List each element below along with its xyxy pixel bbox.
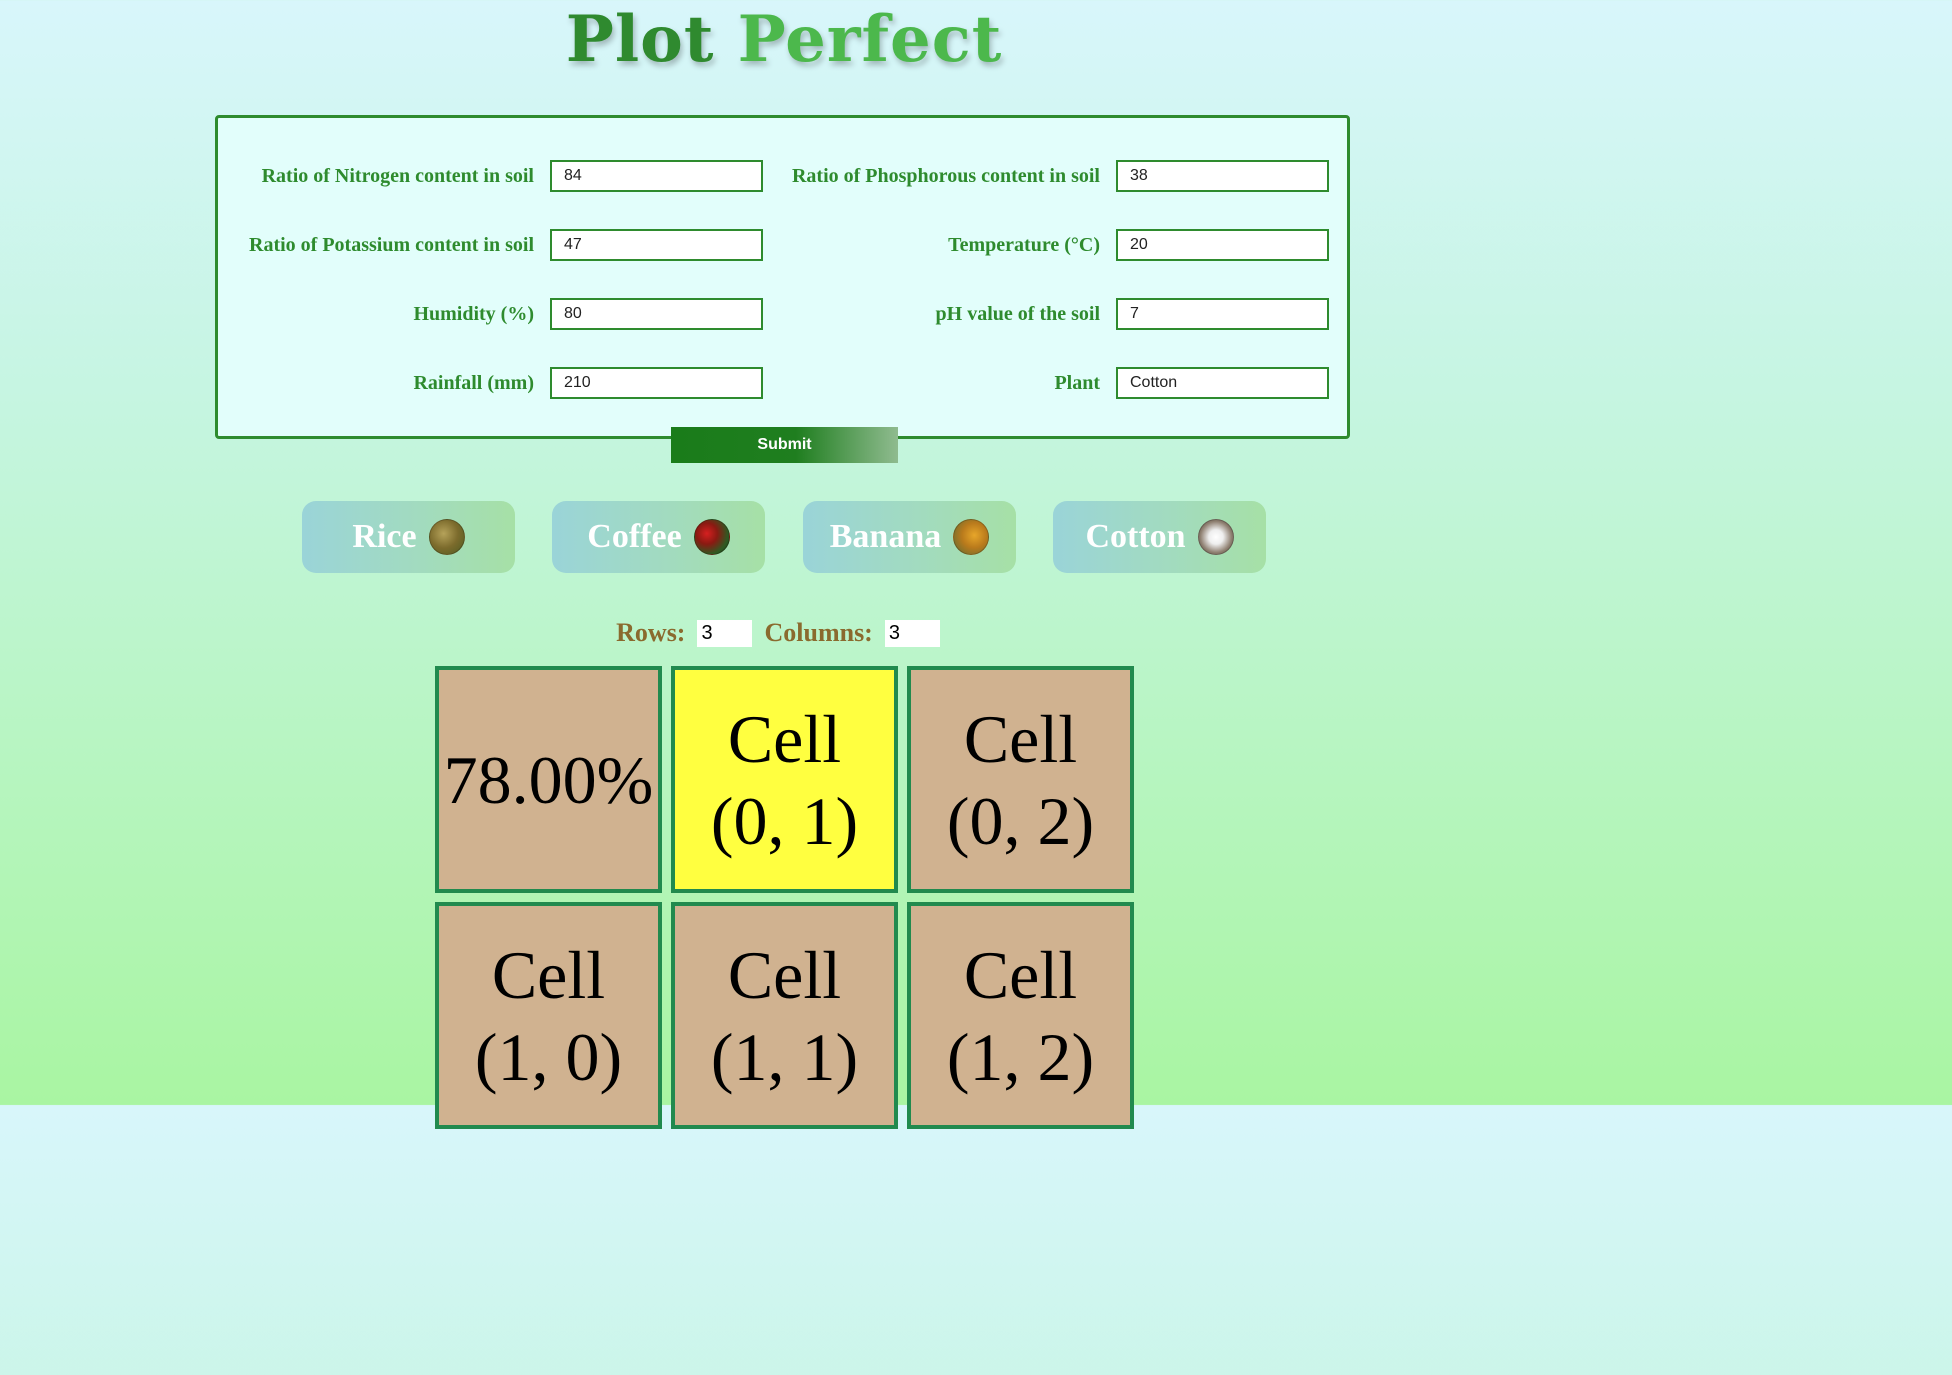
plant-button-rice[interactable]: Rice: [302, 501, 515, 573]
rainfall-label: Rainfall (mm): [413, 371, 534, 394]
cell-line1: 78.00%: [443, 741, 654, 818]
ph-row: pH value of the soil: [776, 298, 1329, 330]
plant-button-label: Coffee: [587, 518, 682, 555]
app-title-part2: Perfect: [737, 2, 1003, 77]
rows-label: Rows:: [616, 618, 686, 647]
columns-input[interactable]: [884, 619, 940, 647]
temperature-label: Temperature (°C): [948, 233, 1100, 256]
humidity-label: Humidity (%): [413, 302, 534, 325]
plant-button-label: Banana: [829, 518, 942, 555]
humidity-row: Humidity (%): [240, 298, 763, 330]
nitrogen-row: Ratio of Nitrogen content in soil: [240, 160, 763, 192]
cell-line2: (1, 0): [474, 1018, 623, 1095]
cell-line1: Cell: [963, 936, 1078, 1013]
rainfall-row: Rainfall (mm): [240, 367, 763, 399]
rainfall-input[interactable]: [550, 367, 763, 399]
phosphorous-row: Ratio of Phosphorous content in soil: [776, 160, 1329, 192]
submit-button[interactable]: Submit: [671, 427, 898, 463]
plant-row: Plant: [776, 367, 1329, 399]
columns-label: Columns:: [764, 618, 873, 647]
potassium-row: Ratio of Potassium content in soil: [240, 229, 763, 261]
potassium-label: Ratio of Potassium content in soil: [249, 233, 534, 256]
banana-icon: [953, 519, 990, 555]
plant-button-banana[interactable]: Banana: [803, 501, 1016, 573]
ph-input[interactable]: [1116, 298, 1329, 330]
rows-input[interactable]: [697, 619, 753, 647]
app-title: Plot Perfect: [0, 4, 1568, 76]
potassium-input[interactable]: [550, 229, 763, 261]
humidity-input[interactable]: [550, 298, 763, 330]
phosphorous-input[interactable]: [1116, 160, 1329, 192]
plant-button-coffee[interactable]: Coffee: [552, 501, 765, 573]
ph-label: pH value of the soil: [935, 302, 1100, 325]
grid-cell-0-0[interactable]: 78.00%: [435, 666, 662, 893]
plant-button-cotton[interactable]: Cotton: [1053, 501, 1266, 573]
rice-icon: [428, 519, 465, 555]
cell-line2: (1, 1): [710, 1018, 859, 1095]
grid-cell-1-0[interactable]: Cell (1, 0): [435, 902, 662, 1129]
cell-line1: Cell: [963, 700, 1078, 777]
phosphorous-label: Ratio of Phosphorous content in soil: [791, 164, 1100, 187]
grid-cell-1-1[interactable]: Cell (1, 1): [671, 902, 898, 1129]
grid-cell-1-2[interactable]: Cell (1, 2): [907, 902, 1134, 1129]
grid-dimensions: Rows: Columns:: [0, 618, 1568, 648]
plant-input[interactable]: [1116, 367, 1329, 399]
cell-line2: (0, 1): [710, 782, 859, 859]
temperature-input[interactable]: [1116, 229, 1329, 261]
grid-cell-0-1[interactable]: Cell (0, 1): [671, 666, 898, 893]
cell-line2: (0, 2): [946, 782, 1095, 859]
coffee-icon: [693, 519, 730, 555]
cell-line1: Cell: [727, 700, 842, 777]
nitrogen-input[interactable]: [550, 160, 763, 192]
plant-button-label: Cotton: [1085, 518, 1186, 555]
app-title-part1: Plot: [565, 2, 715, 77]
cell-line1: Cell: [727, 936, 842, 1013]
cotton-icon: [1197, 519, 1234, 555]
temperature-row: Temperature (°C): [776, 229, 1329, 261]
soil-form: Ratio of Nitrogen content in soil Ratio …: [215, 115, 1350, 439]
grid-cell-0-2[interactable]: Cell (0, 2): [907, 666, 1134, 893]
cell-line2: (1, 2): [946, 1018, 1095, 1095]
plant-button-label: Rice: [352, 518, 417, 555]
cell-line1: Cell: [491, 936, 606, 1013]
nitrogen-label: Ratio of Nitrogen content in soil: [261, 164, 534, 187]
plant-label: Plant: [1054, 371, 1100, 394]
